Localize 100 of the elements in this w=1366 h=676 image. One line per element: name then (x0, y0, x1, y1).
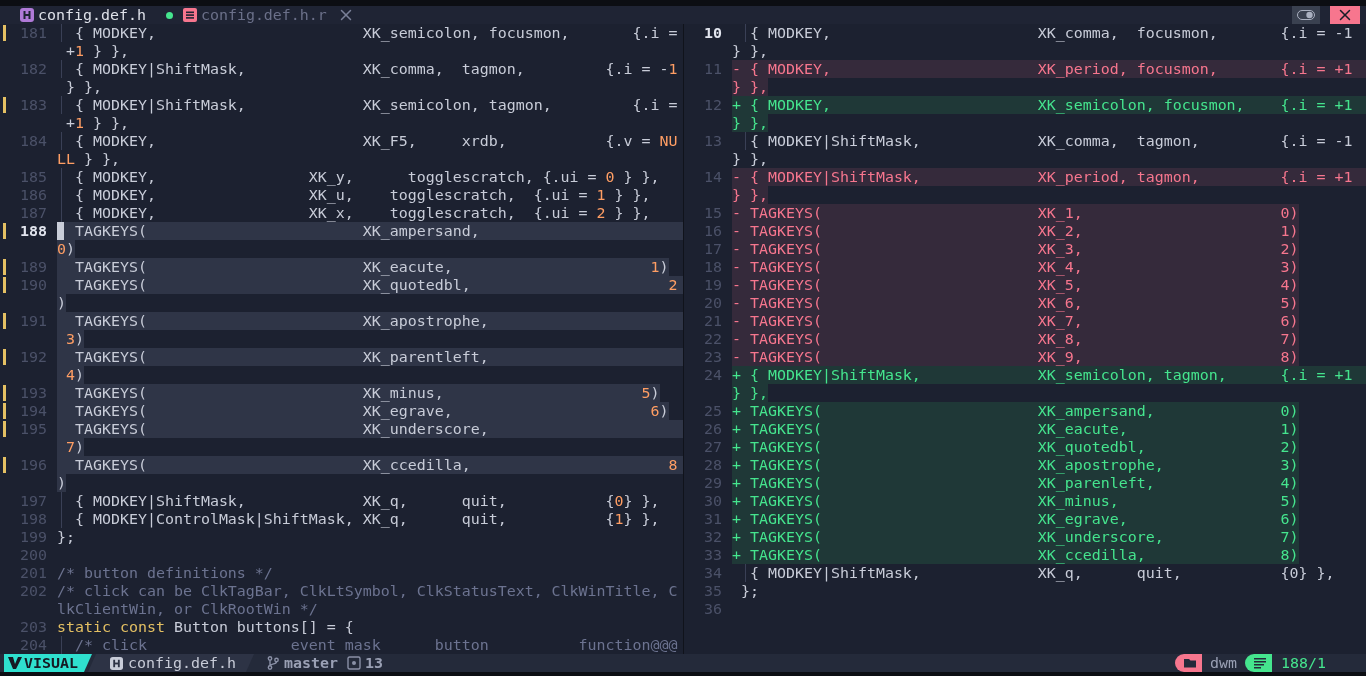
line-number: 190 (19, 276, 47, 294)
code-text: - { MODKEY, XK_period, focusmon, {.i = +1 (732, 60, 1366, 78)
file-name: config.def.h (128, 654, 236, 672)
code-text: + { MODKEY|ShiftMask, XK_semicolon, tagmon, {.i = +1 (732, 366, 1366, 384)
line-number: 192 (19, 348, 47, 366)
line-number: 184 (19, 132, 47, 150)
line-number: 17 (703, 240, 722, 258)
line-number: 20 (703, 294, 722, 312)
code-text: + TAGKEYS( XK_ampersand, 0) (732, 402, 1299, 420)
code-text: } }, (732, 42, 768, 60)
code-text: + { MODKEY, XK_semicolon, focusmon, {.i = +1 (732, 96, 1366, 114)
code-text: + TAGKEYS( XK_egrave, 6) (732, 510, 1299, 528)
code-text: + TAGKEYS( XK_parenleft, 4) (732, 474, 1299, 492)
code-text: 3) (57, 330, 84, 348)
code-text: - TAGKEYS( XK_5, 4) (732, 276, 1299, 294)
code-text: LL } }, (57, 150, 120, 168)
toggle-icon (1297, 10, 1315, 20)
code-text: { MODKEY, XK_x, togglescratch, {.ui = 2 } }, (74, 204, 651, 222)
line-number: 197 (19, 492, 47, 510)
line-number: 202 (19, 582, 47, 600)
line-number: 26 (703, 420, 722, 438)
code-text: { MODKEY|ShiftMask, XK_q, quit, {0} }, (74, 492, 660, 510)
line-number: 35 (703, 582, 722, 600)
file-tab[interactable]: config.def.h (20, 6, 173, 24)
line-number: 32 (703, 528, 722, 546)
code-text: 0) (57, 240, 75, 258)
code-text: + TAGKEYS( XK_apostrophe, 3) (732, 456, 1299, 474)
line-number: 186 (19, 186, 47, 204)
code-text: } }, (65, 78, 102, 96)
line-number: 203 (19, 618, 47, 636)
line-number: 187 (19, 204, 47, 222)
code-text: } }, (732, 384, 768, 402)
code-text: } }, (732, 114, 768, 132)
line-number: 204 (19, 636, 47, 654)
code-text: } }, (732, 186, 768, 204)
line-number: 193 (19, 384, 47, 402)
code-text: { MODKEY|ShiftMask, XK_q, quit, {0} }, (749, 564, 1335, 582)
code-text: TAGKEYS( XK_egrave, 6) (57, 402, 669, 420)
line-number: 34 (703, 564, 722, 582)
line-number: 16 (703, 222, 722, 240)
close-button[interactable] (1330, 6, 1360, 24)
line-number: 183 (19, 96, 47, 114)
code-text: 7) (57, 438, 84, 456)
line-number: 30 (703, 492, 722, 510)
code-text: /* button definitions */ (57, 564, 273, 582)
counter-icon (346, 656, 361, 670)
line-number: 185 (19, 168, 47, 186)
code-text: 4) (57, 366, 84, 384)
line-number: 198 (19, 510, 47, 528)
code-text: { MODKEY|ShiftMask, XK_comma, tagmon, {.i = -1 (749, 132, 1354, 150)
project-name: dwm (1210, 654, 1238, 672)
code-text: + TAGKEYS( XK_ccedilla, 8) (732, 546, 1299, 564)
code-text: +1 } }, (65, 42, 129, 60)
line-number: 182 (19, 60, 47, 78)
line-number: 33 (703, 546, 722, 564)
line-number: 196 (19, 456, 47, 474)
code-text: { MODKEY, XK_semicolon, focusmon, {.i = (74, 24, 679, 42)
code-text: +1 } }, (65, 114, 129, 132)
code-text: TAGKEYS( XK_apostrophe, (57, 312, 683, 330)
code-text: - TAGKEYS( XK_9, 8) (732, 348, 1299, 366)
code-text: { MODKEY|ControlMask|ShiftMask, XK_q, quit, {1} }, (74, 510, 660, 528)
count-text: 13 (364, 654, 383, 672)
line-number: 189 (19, 258, 47, 276)
code-text: lkClientWin, or ClkRootWin */ (57, 600, 318, 618)
line-number: 201 (19, 564, 47, 582)
line-number: 31 (703, 510, 722, 528)
line-number: 29 (703, 474, 722, 492)
code-text: - TAGKEYS( XK_1, 0) (732, 204, 1299, 222)
line-number: 199 (19, 528, 47, 546)
code-text: TAGKEYS( XK_eacute, 1) (57, 258, 669, 276)
code-text: - TAGKEYS( XK_2, 1) (732, 222, 1299, 240)
line-number: 25 (703, 402, 722, 420)
code-text: TAGKEYS( XK_minus, 5) (57, 384, 660, 402)
code-text: + TAGKEYS( XK_quotedbl, 2) (732, 438, 1299, 456)
line-number: 23 (703, 348, 722, 366)
code-text: - TAGKEYS( XK_8, 7) (732, 330, 1299, 348)
line-number: 194 (19, 402, 47, 420)
vim-icon (8, 657, 22, 669)
code-text: - { MODKEY|ShiftMask, XK_period, tagmon, {.i = +1 (732, 168, 1366, 186)
code-text: + TAGKEYS( XK_eacute, 1) (732, 420, 1299, 438)
code-text: TAGKEYS( XK_parentleft, (57, 348, 683, 366)
code-text: TAGKEYS( XK_quotedbl, 2 (57, 276, 683, 294)
line-number: 27 (703, 438, 722, 456)
line-number: 24 (703, 366, 722, 384)
line-number: 191 (19, 312, 47, 330)
code-text: }; (740, 582, 759, 600)
code-text: { MODKEY, XK_comma, focusmon, {.i = -1 (749, 24, 1354, 42)
line-number: 15 (703, 204, 722, 222)
code-text: - TAGKEYS( XK_7, 6) (732, 312, 1299, 330)
line-number: 181 (19, 24, 47, 42)
line-number: 12 (703, 96, 722, 114)
mode-label: VISUAL (24, 654, 78, 672)
toggle-button[interactable] (1292, 6, 1320, 24)
code-text: { MODKEY|ShiftMask, XK_comma, tagmon, {.i = -1 (74, 60, 679, 78)
line-number: 195 (19, 420, 47, 438)
line-number: 11 (703, 60, 722, 78)
line-number: 21 (703, 312, 722, 330)
line-number: 14 (703, 168, 722, 186)
code-text: + TAGKEYS( XK_underscore, 7) (732, 528, 1299, 546)
code-text: ) (57, 474, 66, 492)
